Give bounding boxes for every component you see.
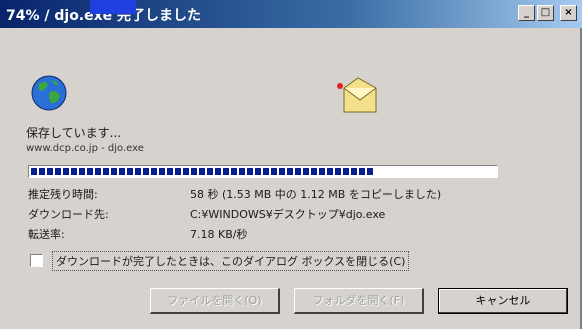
remaining-time-label: 推定残り時間: [28, 188, 98, 201]
source-url: www.dcp.co.jp - djo.exe [26, 143, 144, 154]
globe-icon [31, 75, 67, 111]
download-to-label: ダウンロード先: [28, 208, 109, 221]
title-highlight [90, 0, 136, 14]
download-to-value: C:¥WINDOWS¥デスクトップ¥djo.exe [190, 208, 386, 221]
transfer-rate-label: 転送率: [28, 228, 65, 241]
maximize-button[interactable]: □ [537, 5, 554, 21]
download-dialog: 74% / djo.exe 完了しました _ □ × 保存しています... ww… [0, 0, 582, 329]
minimize-button[interactable]: _ [518, 5, 535, 21]
cancel-button[interactable]: キャンセル [438, 288, 568, 314]
close-on-complete-label[interactable]: ダウンロードが完了したときは、このダイアログ ボックスを閉じる(C) [52, 251, 410, 271]
remaining-time-value: 58 秒 (1.53 MB 中の 1.12 MB をコピーしました) [190, 188, 442, 201]
close-on-complete-checkbox[interactable] [30, 254, 43, 267]
progress-bar [28, 165, 498, 178]
folder-icon [337, 77, 377, 113]
transfer-rate-value: 7.18 KB/秒 [190, 228, 248, 241]
saving-status: 保存しています... [26, 126, 122, 140]
title-bar[interactable]: 74% / djo.exe 完了しました _ □ × [0, 0, 582, 28]
close-button[interactable]: × [560, 5, 577, 21]
open-folder-button[interactable]: フォルダを開く(F) [294, 288, 424, 314]
progress-fill [31, 168, 374, 175]
open-file-button[interactable]: ファイルを開く(O) [150, 288, 280, 314]
